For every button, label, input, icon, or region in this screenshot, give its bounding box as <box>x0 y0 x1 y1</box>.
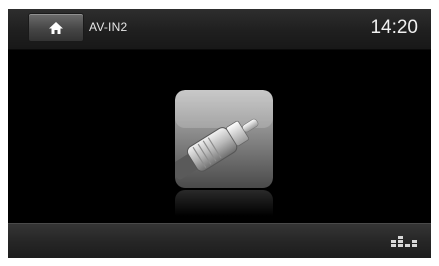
icon-reflection <box>175 190 273 216</box>
bottom-bar <box>8 223 431 258</box>
main-area <box>8 50 431 223</box>
head-unit-screen: AV-IN2 14:20 <box>8 9 431 258</box>
av-cable-icon <box>175 90 273 188</box>
clock-time: 14:20 <box>370 17 418 38</box>
equalizer-button[interactable] <box>387 230 423 252</box>
home-button[interactable] <box>28 13 84 42</box>
top-bar: AV-IN2 14:20 <box>8 9 431 50</box>
source-title: AV-IN2 <box>89 20 128 34</box>
equalizer-icon <box>387 230 423 252</box>
home-icon <box>48 21 64 35</box>
